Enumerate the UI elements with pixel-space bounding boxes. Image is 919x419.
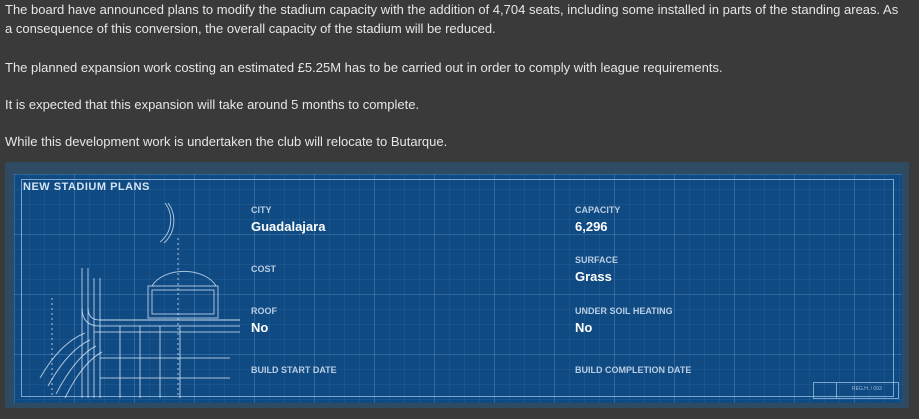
city-label: CITY <box>251 205 272 215</box>
roof-label: ROOF <box>251 306 277 316</box>
roof-value: No <box>251 320 269 335</box>
heating-field: UNDER SOIL HEATING No <box>575 306 673 335</box>
stadium-blueprint-drawing <box>39 202 240 398</box>
stadium-plans-blueprint: NEW STADIUM PLANS CITY Guadalajara CAPAC… <box>14 174 902 403</box>
news-paragraph-relocation: While this development work is undertake… <box>5 134 448 149</box>
surface-field: SURFACE Grass <box>575 255 618 284</box>
cost-label: COST <box>251 264 277 274</box>
news-paragraph-cost: The planned expansion work costing an es… <box>5 60 723 75</box>
title-block-divider <box>836 383 837 398</box>
city-field: CITY Guadalajara <box>251 205 325 234</box>
surface-value: Grass <box>575 269 612 284</box>
build-start-label: BUILD START DATE <box>251 365 337 375</box>
build-completion-label: BUILD COMPLETION DATE <box>575 365 692 375</box>
city-value: Guadalajara <box>251 219 326 234</box>
heating-value: No <box>575 320 593 335</box>
title-block-text: REG.H. / 093 <box>852 386 882 392</box>
capacity-field: CAPACITY 6,296 <box>575 205 620 234</box>
heating-label: UNDER SOIL HEATING <box>575 306 673 316</box>
capacity-value: 6,296 <box>575 219 608 234</box>
build-completion-field: BUILD COMPLETION DATE <box>575 365 691 379</box>
build-start-field: BUILD START DATE <box>251 365 337 379</box>
cost-field: COST <box>251 264 276 278</box>
capacity-label: CAPACITY <box>575 205 621 215</box>
surface-label: SURFACE <box>575 255 619 265</box>
news-paragraph-duration: It is expected that this expansion will … <box>5 97 420 112</box>
roof-field: ROOF No <box>251 306 277 335</box>
blueprint-title: NEW STADIUM PLANS <box>23 181 150 193</box>
news-paragraph-announcement: The board have announced plans to modify… <box>5 2 899 36</box>
blueprint-title-block: REG.H. / 093 <box>813 382 899 399</box>
